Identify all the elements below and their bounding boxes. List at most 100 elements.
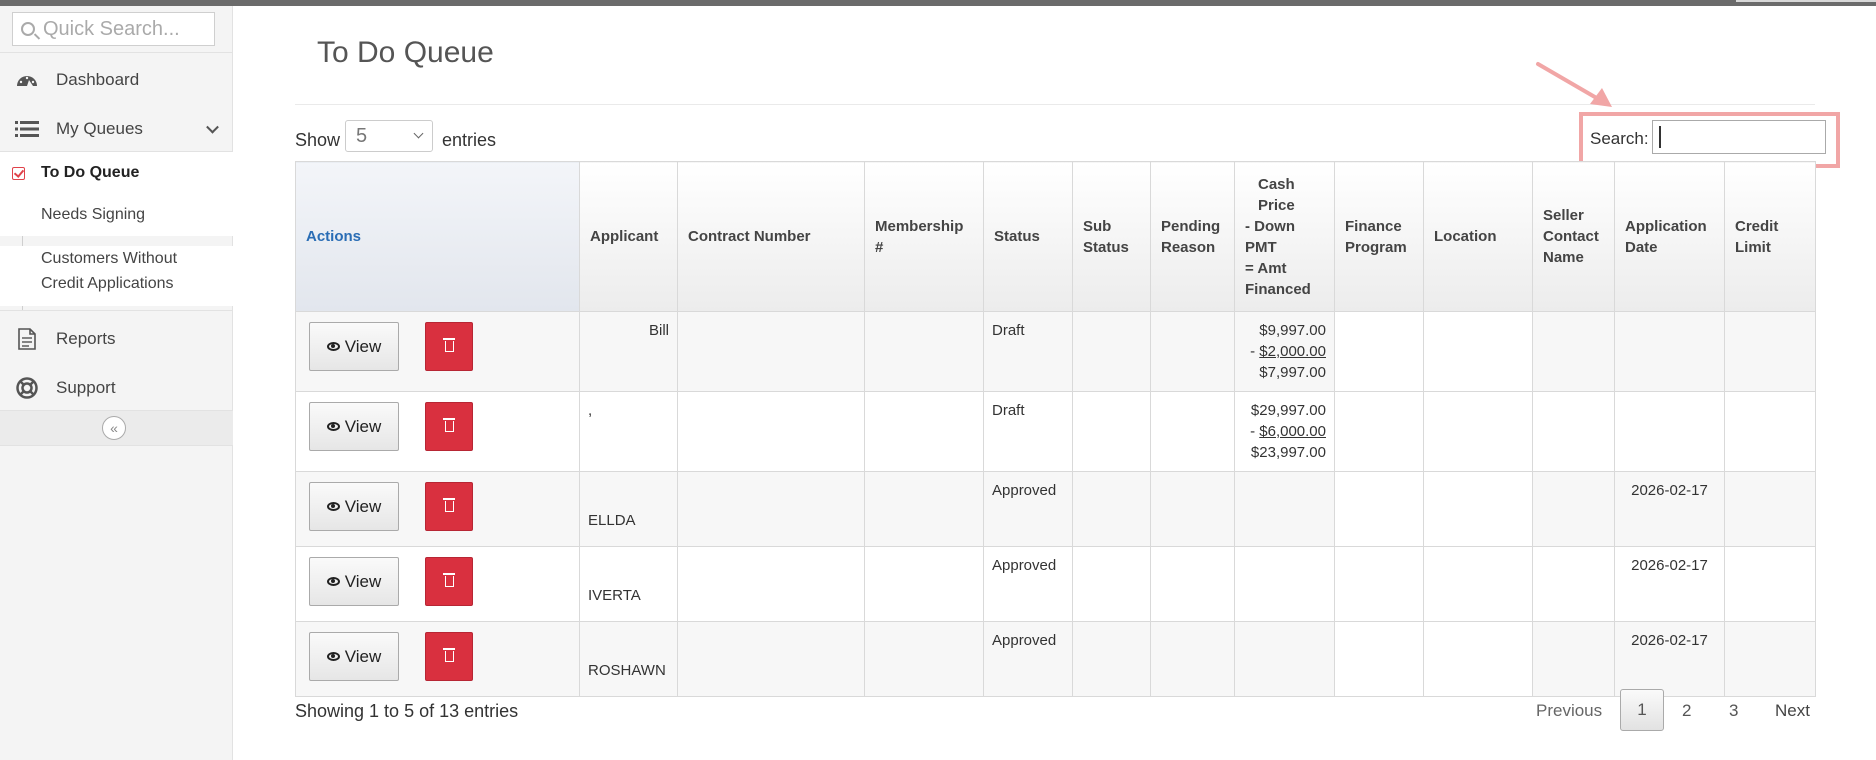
- sub-status-cell: [1072, 621, 1151, 697]
- nav-divider: [0, 445, 233, 446]
- sidebar-item-label: To Do Queue: [41, 164, 140, 181]
- view-button-label: View: [344, 572, 382, 591]
- pagination-page-3[interactable]: 3: [1729, 701, 1738, 721]
- eye-icon: [326, 422, 340, 431]
- application-date-value: 2026-02-17: [1631, 557, 1708, 574]
- pending-reason-cell: [1150, 621, 1235, 697]
- amt-financed-value: $23,997.00: [1250, 444, 1326, 461]
- quick-search-box[interactable]: [12, 12, 215, 46]
- column-header-location[interactable]: Location: [1423, 161, 1533, 312]
- application-date-value: 2026-02-17: [1631, 632, 1708, 649]
- delete-button[interactable]: [425, 322, 473, 371]
- applicant-value: ROSHAWN: [588, 662, 666, 679]
- search-icon: [21, 22, 35, 36]
- sidebar-item-label: Dashboard: [56, 70, 140, 89]
- column-header-pending-reason[interactable]: Pending Reason: [1150, 161, 1235, 312]
- collapse-sidebar-icon[interactable]: «: [102, 416, 126, 440]
- header-label: Applicant: [590, 228, 659, 245]
- column-header-seller-contact[interactable]: Seller Contact Name: [1532, 161, 1615, 312]
- seller-contact-cell: [1532, 311, 1615, 392]
- table-row: View ELLDA Approved 2026-02-17: [295, 471, 1816, 547]
- sidebar-item-dashboard[interactable]: Dashboard: [0, 58, 233, 102]
- sub-status-cell: [1072, 546, 1151, 622]
- delete-button[interactable]: [425, 402, 473, 451]
- actions-cell: View: [295, 471, 580, 547]
- pagination-page-2[interactable]: 2: [1682, 701, 1691, 721]
- eye-icon: [326, 342, 340, 351]
- sidebar-item-to-do-queue[interactable]: To Do Queue: [0, 152, 233, 194]
- header-label: Sub Status: [1083, 217, 1129, 256]
- column-header-applicant[interactable]: Applicant: [579, 161, 678, 312]
- entries-per-page-select[interactable]: 5: [345, 120, 433, 152]
- sub-status-cell: [1072, 311, 1151, 392]
- view-button[interactable]: View: [309, 482, 399, 531]
- pagination-next[interactable]: Next: [1775, 701, 1810, 721]
- trash-icon: [442, 573, 455, 587]
- document-icon: [14, 328, 40, 350]
- location-cell: [1423, 471, 1533, 547]
- top-bar: [0, 0, 1876, 6]
- contract-number-cell: [677, 311, 865, 392]
- page-title: To Do Queue: [317, 36, 494, 69]
- seller-contact-cell: [1532, 621, 1615, 697]
- credit-limit-cell: [1724, 391, 1816, 472]
- header-label: Contract Number: [688, 228, 811, 245]
- credit-limit-cell: [1724, 546, 1816, 622]
- column-header-actions[interactable]: Actions: [295, 161, 580, 312]
- column-header-sub-status[interactable]: Sub Status: [1072, 161, 1151, 312]
- header-label: Seller Contact Name: [1543, 207, 1599, 266]
- sidebar-item-reports[interactable]: Reports: [0, 317, 233, 361]
- sub-status-cell: [1072, 471, 1151, 547]
- trash-icon: [442, 648, 455, 662]
- column-header-cash-price[interactable]: Cash Price - Down PMT = Amt Financed: [1234, 161, 1335, 312]
- column-header-status[interactable]: Status: [983, 161, 1073, 312]
- delete-button[interactable]: [425, 632, 473, 681]
- pending-reason-cell: [1150, 546, 1235, 622]
- entries-select-value: 5: [356, 125, 368, 147]
- view-button[interactable]: View: [309, 402, 399, 451]
- view-button[interactable]: View: [309, 322, 399, 371]
- sidebar-item-my-queues[interactable]: My Queues: [0, 107, 233, 151]
- chevron-down-icon: [413, 128, 424, 139]
- pending-reason-cell: [1150, 311, 1235, 392]
- column-header-membership[interactable]: Membership #: [864, 161, 984, 312]
- header-label: Membership #: [875, 217, 964, 256]
- sidebar-item-label: Customers Without: [41, 250, 178, 267]
- sidebar-item-customers-without-credit-applications[interactable]: Customers Without Credit Applications: [0, 246, 233, 306]
- contract-number-cell: [677, 391, 865, 472]
- sidebar-item-label: Support: [56, 378, 116, 397]
- table-row: View ROSHAWN Approved 2026-02-17: [295, 621, 1816, 697]
- trash-icon: [442, 498, 455, 512]
- trash-icon: [442, 418, 455, 432]
- application-date-cell: [1614, 391, 1725, 472]
- cash-price-cell: $9,997.00 - $2,000.00 $7,997.00: [1234, 311, 1335, 392]
- credit-limit-cell: [1724, 311, 1816, 392]
- column-header-application-date[interactable]: Application Date: [1614, 161, 1725, 312]
- application-date-cell: 2026-02-17: [1614, 471, 1725, 547]
- queue-table: Actions Applicant Contract Number Member…: [295, 161, 1816, 697]
- table-search-input[interactable]: [1652, 120, 1826, 154]
- applicant-cell: Bill: [579, 311, 678, 392]
- finance-program-cell: [1334, 391, 1424, 472]
- delete-button[interactable]: [425, 557, 473, 606]
- sidebar-item-support[interactable]: Support: [0, 366, 233, 410]
- pagination-page-1[interactable]: 1: [1620, 689, 1664, 731]
- cash-price-cell: [1234, 621, 1335, 697]
- view-button[interactable]: View: [309, 632, 399, 681]
- pagination-previous[interactable]: Previous: [1536, 701, 1602, 721]
- view-button-label: View: [344, 337, 382, 356]
- dashboard-gauge-icon: [14, 69, 40, 91]
- applicant-cell: ELLDA: [579, 471, 678, 547]
- sidebar-item-needs-signing[interactable]: Needs Signing: [0, 194, 233, 236]
- applicant-value: IVERTA: [588, 587, 641, 604]
- header-label: Actions: [306, 228, 362, 245]
- column-header-contract-number[interactable]: Contract Number: [677, 161, 865, 312]
- quick-search-input[interactable]: [43, 17, 213, 41]
- sidebar-item-label: My Queues: [56, 119, 143, 138]
- column-header-credit-limit[interactable]: Credit Limit: [1724, 161, 1816, 312]
- down-pmt-value: - $2,000.00: [1250, 343, 1326, 360]
- column-header-finance-program[interactable]: Finance Program: [1334, 161, 1424, 312]
- delete-button[interactable]: [425, 482, 473, 531]
- view-button[interactable]: View: [309, 557, 399, 606]
- header-label: = Amt Financed: [1245, 259, 1311, 298]
